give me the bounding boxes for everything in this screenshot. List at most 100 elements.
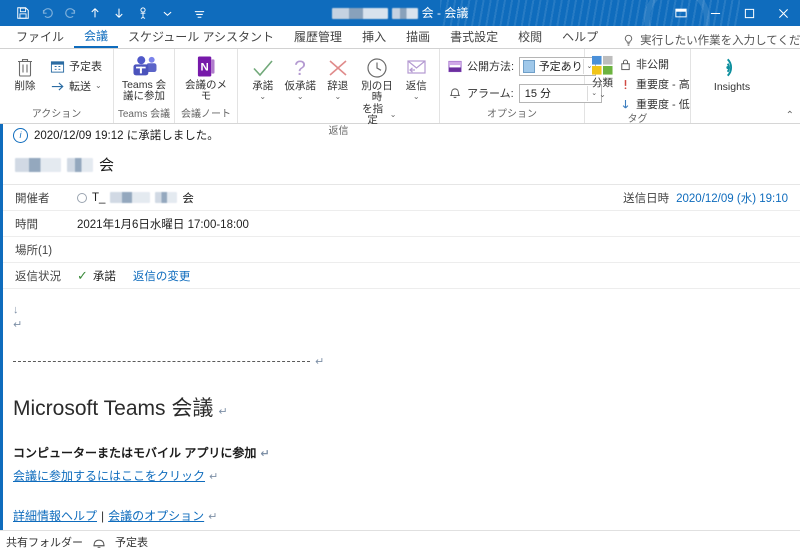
window-controls — [664, 0, 800, 26]
high-importance-label: 重要度 - 高 — [636, 79, 690, 91]
minimize-button[interactable] — [698, 0, 732, 26]
calendar-button[interactable]: 予定表 — [47, 56, 105, 76]
change-response-link[interactable]: 返信の変更 — [133, 268, 191, 284]
propose-new-time-button[interactable]: 別の日時 を指定 ⌄ — [358, 52, 397, 126]
exclamation-icon — [619, 78, 632, 91]
join-teams-meeting-button[interactable]: Teams 会 議に参加 — [119, 52, 169, 102]
check-icon: ✓ — [77, 267, 88, 283]
high-importance-button[interactable]: 重要度 - 高 — [616, 74, 693, 94]
teams-meeting-heading: Microsoft Teams 会議 ↵ — [13, 392, 800, 422]
private-button[interactable]: 非公開 — [616, 54, 693, 74]
status-bar: 共有フォルダー 予定表 — [0, 530, 800, 553]
trash-icon — [13, 55, 37, 79]
tab-scheduling-assistant[interactable]: スケジュール アシスタント — [118, 27, 284, 48]
show-as-value: 予定あり — [538, 61, 583, 73]
low-importance-button[interactable]: 重要度 - 低 — [616, 94, 693, 114]
join-meeting-line: 会議に参加するにはここをクリック ↵ — [13, 467, 800, 485]
accept-label: 承諾 — [252, 80, 274, 92]
join-section-heading: コンピューターまたはモバイル アプリに参加 ↵ — [13, 444, 800, 462]
join-section-heading-text: コンピューターまたはモバイル アプリに参加 — [13, 446, 257, 460]
bell-icon — [448, 87, 462, 100]
close-button[interactable] — [766, 0, 800, 26]
tab-draw[interactable]: 描画 — [396, 27, 440, 48]
tell-me-search[interactable]: 実行したい作業を入力してください — [622, 32, 800, 48]
forward-button[interactable]: 転送 ⌄ — [47, 76, 105, 96]
meeting-notes-button[interactable]: N 会議のメモ — [180, 52, 232, 102]
meeting-notes-label: 会議のメモ — [185, 79, 227, 102]
tab-help[interactable]: ヘルプ — [552, 27, 608, 48]
chevron-down-icon[interactable]: ⌄ — [259, 93, 266, 101]
ribbon-group-tags: 分類 ⌄ 非公開 重要度 - 高 重要度 - 低 タグ — [585, 49, 693, 125]
body-pilcrow-down: ↓ — [13, 304, 19, 316]
reminder-label: アラーム: — [467, 88, 514, 100]
chevron-down-icon[interactable]: ⌄ — [413, 93, 420, 101]
tentative-button[interactable]: ? 仮承諾 ⌄ — [283, 52, 319, 101]
outlook-meeting-window: 会 - 会議 ファイル 会議 スケジュール アシスタント 履歴管理 挿入 描画 … — [0, 0, 800, 553]
reply-label: 返信 — [405, 80, 427, 92]
meeting-options-link[interactable]: 会議のオプション — [108, 507, 204, 524]
accept-button[interactable]: 承諾 ⌄ — [245, 52, 281, 101]
tab-meeting[interactable]: 会議 — [74, 26, 119, 48]
window-title-text: 会 - 会議 — [421, 6, 469, 20]
cross-icon — [325, 56, 351, 80]
body-pilcrow-2: ↵ — [315, 356, 325, 368]
organizer-name-suffix: 会 — [182, 192, 194, 205]
categorize-icon — [591, 55, 614, 76]
group-label-meeting-notes: 会議ノート — [181, 109, 231, 120]
categorize-button[interactable]: 分類 ⌄ — [591, 52, 614, 99]
insights-icon — [719, 55, 746, 80]
tab-insert[interactable]: 挿入 — [352, 27, 396, 48]
insights-button[interactable]: Insights — [703, 52, 761, 93]
delete-button[interactable]: 削除 — [5, 52, 45, 92]
decline-button[interactable]: 辞退 ⌄ — [320, 52, 356, 101]
forward-label: 転送 — [69, 81, 91, 93]
chevron-down-icon[interactable]: ⌄ — [599, 91, 606, 99]
message-body[interactable]: ↓ ↵ ↵ Microsoft Teams 会議 ↵ コンピューターまたはモバイ… — [3, 289, 800, 530]
lightbulb-icon — [622, 34, 635, 47]
chevron-down-icon[interactable]: ⌄ — [95, 82, 102, 90]
redacted-organizer-block-2 — [155, 192, 178, 203]
organizer-value[interactable]: T_ 会 — [77, 190, 623, 206]
body-separator-top: ↵ — [13, 355, 800, 368]
meeting-header-fields: 開催者 T_ 会 送信日時 2020/12/09 (水) 19:10 時間 20… — [3, 184, 800, 289]
ribbon-display-options-button[interactable] — [664, 0, 698, 26]
body-pilcrow-6: ↵ — [208, 511, 218, 523]
tab-tracking[interactable]: 履歴管理 — [284, 27, 352, 48]
tab-format-text[interactable]: 書式設定 — [440, 27, 508, 48]
svg-text:N: N — [200, 61, 208, 73]
chevron-down-icon[interactable]: ⌄ — [334, 93, 341, 101]
response-label: 返信状況 — [15, 270, 61, 283]
ribbon-group-options: 公開方法: 予定あり ⌄ アラーム: 15 分 ⌄ オプション — [440, 49, 602, 123]
collapse-ribbon-button[interactable]: ⌃ — [786, 110, 794, 121]
low-importance-label: 重要度 - 低 — [636, 99, 690, 111]
join-meeting-link[interactable]: 会議に参加するにはここをクリック — [13, 467, 205, 484]
teams-icon — [132, 55, 157, 78]
reply-mail-icon — [403, 56, 429, 80]
redacted-title-block — [331, 7, 388, 19]
ribbon: 削除 予定表 転送 ⌄ アクション Teams 会 議に参加 Teams 会議 … — [0, 49, 800, 137]
redacted-subject-block-2 — [67, 157, 93, 172]
tab-review[interactable]: 校閲 — [508, 27, 552, 48]
ribbon-group-actions: 削除 予定表 転送 ⌄ アクション — [0, 49, 114, 123]
down-arrow-icon — [619, 98, 632, 111]
forward-arrow-icon — [50, 79, 65, 94]
chevron-down-icon[interactable]: ⌄ — [390, 111, 397, 119]
reminder-value: 15 分 — [524, 88, 552, 100]
body-pilcrow-3: ↵ — [218, 406, 228, 418]
check-icon — [250, 56, 276, 80]
ribbon-group-respond: 承諾 ⌄ ? 仮承諾 ⌄ 辞退 ⌄ 別の日時 を指定 ⌄ 返信 ⌄ 返信 — [238, 49, 440, 137]
delete-label: 削除 — [14, 80, 36, 92]
learn-more-link[interactable]: 詳細情報ヘルプ — [13, 507, 97, 524]
chevron-down-icon[interactable]: ⌄ — [297, 93, 304, 101]
reply-button[interactable]: 返信 ⌄ — [398, 52, 434, 101]
response-row: 返信状況 ✓ 承諾 返信の変更 — [3, 263, 800, 289]
onenote-icon: N — [196, 55, 217, 78]
info-icon: i — [13, 127, 28, 143]
reading-pane: i 2020/12/09 19:12 に承諾しました。 会 開催者 T_ 会 送… — [0, 124, 800, 530]
presence-icon — [77, 192, 87, 203]
tab-file[interactable]: ファイル — [6, 27, 74, 48]
status-folder-label: 共有フォルダー — [6, 537, 83, 549]
show-as-row: 公開方法: 予定あり ⌄ — [448, 55, 597, 77]
maximize-button[interactable] — [732, 0, 766, 26]
teams-meeting-heading-text: Microsoft Teams 会議 — [13, 397, 214, 420]
